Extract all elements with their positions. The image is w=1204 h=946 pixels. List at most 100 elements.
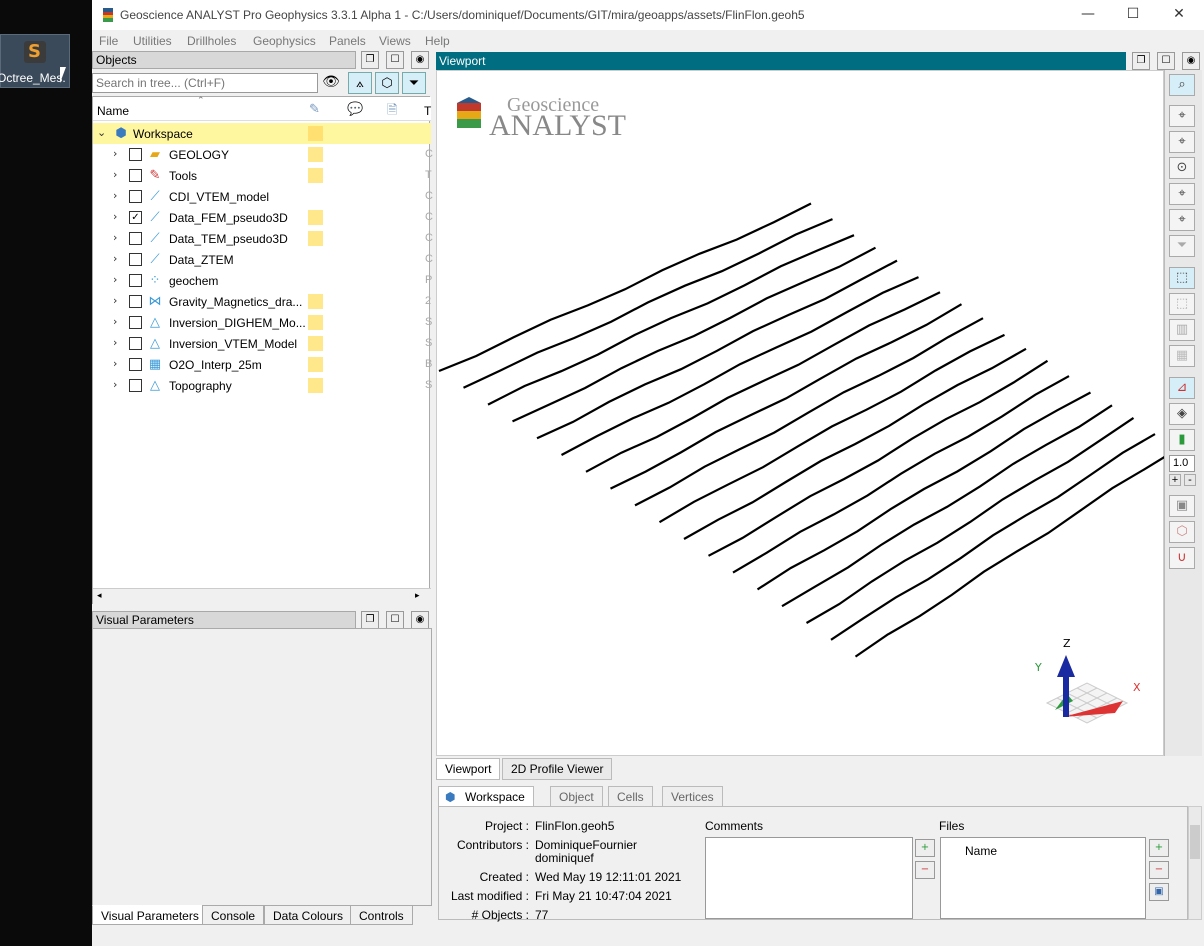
vertical-exaggeration-field[interactable]: 1.0 — [1169, 455, 1195, 472]
tree-row[interactable]: › ⟋ Data_ZTEM C — [93, 249, 433, 270]
view-top-icon[interactable]: ⌖ — [1169, 105, 1195, 127]
close-button[interactable]: ✕ — [1169, 6, 1189, 24]
save-file-icon[interactable]: ▣ — [1149, 883, 1169, 901]
reset-view-icon[interactable]: ⬡ — [1169, 521, 1195, 543]
edit-column-icon[interactable]: ✎ — [309, 101, 320, 117]
comment-column-icon[interactable]: 💬 — [347, 101, 363, 117]
tree-row[interactable]: › ▰ GEOLOGY C — [93, 144, 433, 165]
menu-drillholes[interactable]: Drillholes — [187, 34, 236, 48]
hide-objects-icon[interactable]: ◉ — [411, 51, 429, 69]
float-viewport-icon[interactable]: ❐ — [1132, 52, 1150, 70]
orthographic-icon[interactable]: ⬚ — [1169, 293, 1195, 315]
menu-utilities[interactable]: Utilities — [133, 34, 172, 48]
color-swatch[interactable] — [308, 378, 323, 393]
tree-row[interactable]: › ⟋ Data_TEM_pseudo3D C — [93, 228, 433, 249]
tree-horizontal-scrollbar[interactable]: ◂ ▸ — [93, 588, 431, 604]
tree-row[interactable]: › △ Topography S — [93, 375, 432, 396]
color-swatch[interactable] — [308, 210, 323, 225]
view-west-icon[interactable]: ⌖ — [1169, 209, 1195, 231]
visibility-checkbox[interactable] — [129, 379, 142, 392]
expand-arrow-icon[interactable]: › — [113, 336, 117, 349]
hide-viewport-icon[interactable]: ◉ — [1182, 52, 1200, 70]
zoom-extents-icon[interactable]: ⌕ — [1169, 74, 1195, 96]
tree-row[interactable]: › ⟋ CDI_VTEM_model C — [93, 186, 433, 207]
info-vertical-scrollbar[interactable] — [1188, 806, 1202, 920]
visibility-checkbox[interactable] — [129, 316, 142, 329]
tree-row[interactable]: › ✎ Tools T — [93, 165, 432, 186]
files-list[interactable]: Name — [940, 837, 1146, 919]
add-comment-icon[interactable]: + — [915, 839, 935, 857]
grid-icon[interactable]: ▦ — [1169, 345, 1195, 367]
maximize-objects-icon[interactable]: ☐ — [386, 51, 404, 69]
axes-icon[interactable]: ⊿ — [1169, 377, 1195, 399]
color-swatch[interactable] — [308, 147, 323, 162]
tab-viewport[interactable]: Viewport — [436, 758, 501, 780]
tree-row-workspace[interactable]: ⌄ ⬢ Workspace — [93, 123, 431, 144]
menu-help[interactable]: Help — [425, 34, 450, 48]
color-swatch[interactable] — [308, 336, 323, 351]
expand-arrow-icon[interactable]: › — [113, 168, 117, 181]
visibility-checkbox[interactable] — [129, 358, 142, 371]
name-column-header[interactable]: Name — [97, 104, 129, 118]
maximize-button[interactable]: ☐ — [1123, 6, 1143, 24]
hide-visual-icon[interactable]: ◉ — [411, 611, 429, 629]
expand-arrow-icon[interactable]: › — [113, 294, 117, 307]
comments-box[interactable] — [705, 837, 913, 919]
magnet-icon[interactable]: ∪ — [1169, 547, 1195, 569]
tab-cells[interactable]: Cells — [608, 786, 653, 808]
add-file-icon[interactable]: + — [1149, 839, 1169, 857]
view-north-icon[interactable]: ⌖ — [1169, 131, 1195, 153]
colour-bar-icon[interactable]: ▮ — [1169, 429, 1195, 451]
expand-arrow-icon[interactable]: › — [113, 231, 117, 244]
color-swatch[interactable] — [308, 315, 323, 330]
float-visual-icon[interactable]: ❐ — [361, 611, 379, 629]
visibility-checkbox[interactable] — [129, 169, 142, 182]
expand-arrow-icon[interactable]: › — [113, 189, 117, 202]
document-column-icon[interactable]: 🗎 — [387, 101, 397, 123]
tree-row[interactable]: › △ Inversion_DIGHEM_Mo... S — [93, 312, 432, 333]
visibility-checkbox[interactable] — [129, 148, 142, 161]
scale-increase-button[interactable]: + — [1169, 474, 1181, 486]
filter-surfaces-icon[interactable]: ⬡ — [375, 72, 399, 94]
color-swatch[interactable] — [308, 294, 323, 309]
expand-arrow-icon[interactable]: › — [113, 252, 117, 265]
float-objects-icon[interactable]: ❐ — [361, 51, 379, 69]
remove-file-icon[interactable]: − — [1149, 861, 1169, 879]
tree-row[interactable]: › △ Inversion_VTEM_Model S — [93, 333, 432, 354]
perspective-icon[interactable]: ⬚ — [1169, 267, 1195, 289]
collapse-arrow-icon[interactable]: ⌄ — [97, 126, 106, 139]
ruler-icon[interactable]: ▥ — [1169, 319, 1195, 341]
tab-data-colours[interactable]: Data Colours — [264, 905, 353, 925]
filter-funnel-icon[interactable]: ⏷ — [402, 72, 426, 94]
menu-panels[interactable]: Panels — [329, 34, 366, 48]
screenshot-icon[interactable]: ▣ — [1169, 495, 1195, 517]
filter-curves-icon[interactable]: ⟑ — [348, 72, 372, 94]
visibility-checkbox[interactable] — [129, 337, 142, 350]
tab-2d-profile-viewer[interactable]: 2D Profile Viewer — [502, 758, 613, 780]
menu-views[interactable]: Views — [379, 34, 411, 48]
color-swatch[interactable] — [308, 231, 323, 246]
tree-row[interactable]: › ✓ ⟋ Data_FEM_pseudo3D C — [93, 207, 433, 228]
view-center-icon[interactable]: ⊙ — [1169, 157, 1195, 179]
info-scroll-thumb[interactable] — [1190, 825, 1200, 859]
visibility-checkbox[interactable] — [129, 253, 142, 266]
3d-viewport[interactable]: Geoscience ANALYST Z Y X — [436, 70, 1165, 756]
workspace-color-swatch[interactable] — [308, 126, 323, 141]
scroll-left-icon[interactable]: ◂ — [97, 590, 102, 601]
paint-bucket-icon[interactable]: ◈ — [1169, 403, 1195, 425]
tree-row[interactable]: › ▦ O2O_Interp_25m B — [93, 354, 432, 375]
visibility-checkbox[interactable] — [129, 274, 142, 287]
visibility-checkbox[interactable]: ✓ — [129, 211, 142, 224]
visibility-checkbox[interactable] — [129, 232, 142, 245]
view-east-icon[interactable]: ⌖ — [1169, 183, 1195, 205]
expand-arrow-icon[interactable]: › — [113, 378, 117, 391]
scale-decrease-button[interactable]: - — [1184, 474, 1196, 486]
tab-vertices[interactable]: Vertices — [662, 786, 723, 808]
tree-row[interactable]: › ⁘ geochem P — [93, 270, 432, 291]
visibility-checkbox[interactable] — [129, 295, 142, 308]
tree-search-input[interactable] — [92, 73, 318, 93]
tree-row[interactable]: › ⋈ Gravity_Magnetics_dra... 2 — [93, 291, 431, 312]
expand-arrow-icon[interactable]: › — [113, 147, 117, 160]
expand-arrow-icon[interactable]: › — [113, 357, 117, 370]
expand-arrow-icon[interactable]: › — [113, 210, 117, 223]
